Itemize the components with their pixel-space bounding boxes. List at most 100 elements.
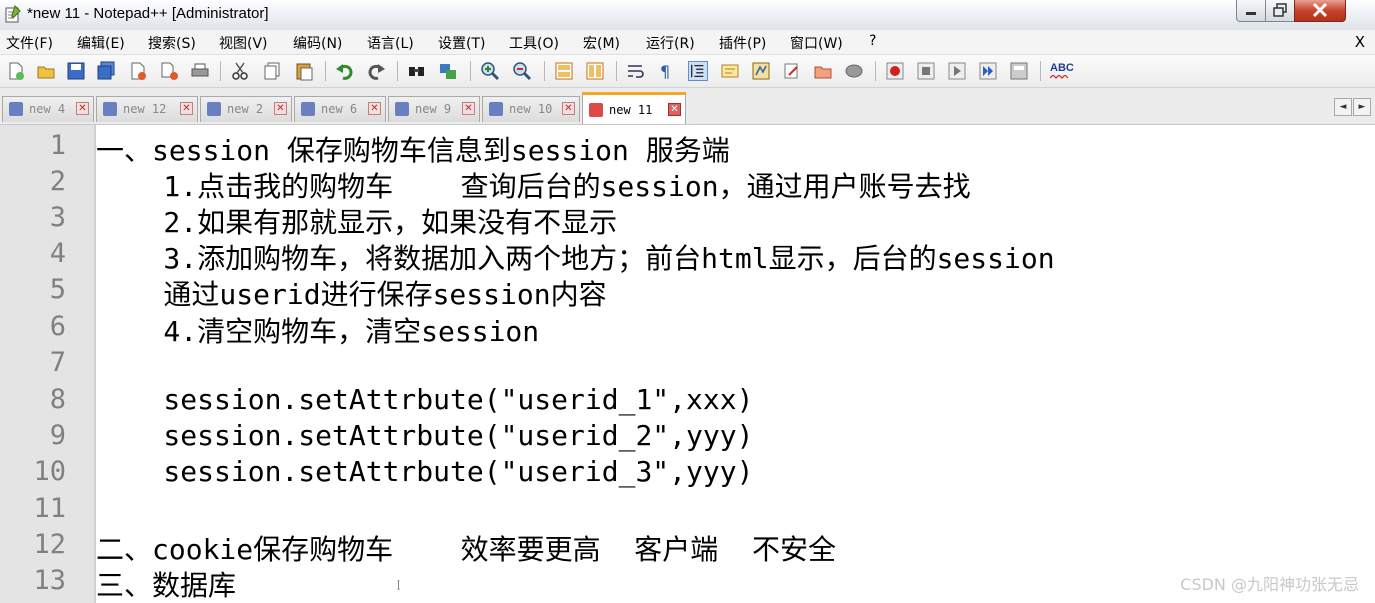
editor-line[interactable]: 2 1.点击我的购物车 查询后台的session，通过用户账号去找 xyxy=(0,163,1375,203)
editor-line[interactable]: 13 三、数据库 xyxy=(0,562,1375,602)
open-file-icon[interactable] xyxy=(36,61,56,81)
line-text[interactable]: 通过userid进行保存session内容 xyxy=(96,273,606,313)
editor-line[interactable]: 11 xyxy=(0,490,1375,526)
editor-line[interactable]: 1 一、session 保存购物车信息到session 服务端 xyxy=(0,127,1375,167)
line-text[interactable]: 三、数据库 xyxy=(96,564,236,603)
tab-close-icon[interactable]: ✕ xyxy=(76,102,89,115)
spell-check-label: ABC xyxy=(1050,62,1074,74)
tab-scroll-left-icon[interactable]: ◄ xyxy=(1334,98,1352,116)
editor-line[interactable]: 7 xyxy=(0,344,1375,380)
tab-label: new 6 xyxy=(321,102,358,116)
tab-close-icon[interactable]: ✕ xyxy=(274,102,287,115)
menu-help[interactable]: ? xyxy=(869,33,876,49)
folder-workspace-icon[interactable] xyxy=(782,61,802,81)
menu-plugins[interactable]: 插件(P) xyxy=(719,33,766,53)
new-file-icon[interactable] xyxy=(6,61,26,81)
text-editor[interactable]: 1 一、session 保存购物车信息到session 服务端 2 1.点击我的… xyxy=(0,125,1375,603)
tab-new-10[interactable]: new 10 ✕ xyxy=(482,96,580,122)
menu-macro[interactable]: 宏(M) xyxy=(583,33,620,53)
editor-line[interactable]: 9 session.setAttrbute("userid_2",yyy) xyxy=(0,417,1375,453)
tab-label: new 10 xyxy=(509,102,553,116)
sync-horizontal-icon[interactable] xyxy=(585,61,605,81)
tab-new-9[interactable]: new 9 ✕ xyxy=(388,96,480,122)
restore-button[interactable] xyxy=(1265,0,1295,22)
menu-window[interactable]: 窗口(W) xyxy=(790,33,843,53)
replace-icon[interactable] xyxy=(438,61,458,81)
doc-map-icon[interactable] xyxy=(720,61,740,81)
menu-edit[interactable]: 编辑(E) xyxy=(77,33,125,53)
tab-close-icon[interactable]: ✕ xyxy=(668,103,681,116)
zoom-in-icon[interactable] xyxy=(480,61,500,81)
stop-macro-icon[interactable] xyxy=(916,61,936,81)
close-file-icon[interactable] xyxy=(128,61,148,81)
editor-line[interactable]: 4 3.添加购物车，将数据加入两个地方；前台html显示，后台的session xyxy=(0,235,1375,275)
paste-icon[interactable] xyxy=(294,61,314,81)
menu-tools[interactable]: 工具(O) xyxy=(509,33,559,53)
monitoring-icon[interactable] xyxy=(844,61,864,81)
editor-line[interactable]: 10 session.setAttrbute("userid_3",yyy) xyxy=(0,453,1375,489)
tab-close-icon[interactable]: ✕ xyxy=(462,102,475,115)
close-window-button[interactable] xyxy=(1294,0,1346,22)
print-icon[interactable] xyxy=(190,61,210,81)
editor-line[interactable]: 3 2.如果有那就显示，如果没有不显示 xyxy=(0,199,1375,239)
play-macro-icon[interactable] xyxy=(947,61,967,81)
save-all-icon[interactable] xyxy=(96,61,116,81)
saved-document-icon xyxy=(9,102,23,116)
find-icon[interactable] xyxy=(407,61,427,81)
tab-new-6[interactable]: new 6 ✕ xyxy=(294,96,386,122)
menu-file[interactable]: 文件(F) xyxy=(6,33,53,53)
editor-line[interactable]: 12 二、cookie保存购物车 效率要更高 客户端 不安全 xyxy=(0,526,1375,566)
run-macro-multiple-icon[interactable] xyxy=(978,61,998,81)
cut-icon[interactable] xyxy=(230,61,250,81)
close-all-icon[interactable] xyxy=(160,61,180,81)
line-number: 11 xyxy=(33,493,66,524)
tab-close-icon[interactable]: ✕ xyxy=(180,102,193,115)
tab-new-2[interactable]: new 2 ✕ xyxy=(200,96,292,122)
word-wrap-icon[interactable] xyxy=(626,61,646,81)
line-text[interactable]: session.setAttrbute("userid_3",yyy) xyxy=(96,455,753,488)
open-folder-icon[interactable] xyxy=(813,61,833,81)
close-window-icon xyxy=(1312,2,1328,18)
record-macro-icon[interactable] xyxy=(885,61,905,81)
line-text[interactable]: session.setAttrbute("userid_2",yyy) xyxy=(96,419,753,452)
menu-language[interactable]: 语言(L) xyxy=(367,33,414,53)
function-list-icon[interactable] xyxy=(751,61,771,81)
line-text[interactable]: session.setAttrbute("userid_1",xxx) xyxy=(96,383,753,416)
copy-icon[interactable] xyxy=(262,61,282,81)
editor-line[interactable]: 8 session.setAttrbute("userid_1",xxx) xyxy=(0,381,1375,417)
zoom-out-icon[interactable] xyxy=(512,61,532,81)
toolbar-separator xyxy=(616,61,617,81)
notepad-app-icon[interactable] xyxy=(4,5,22,23)
editor-line[interactable]: 6 4.清空购物车，清空session xyxy=(0,308,1375,348)
tab-close-icon[interactable]: ✕ xyxy=(562,102,575,115)
undo-icon[interactable] xyxy=(335,61,355,81)
save-icon[interactable] xyxy=(66,61,86,81)
line-number: 1 xyxy=(49,130,66,161)
tab-bar: new 4 ✕ new 12 ✕ new 2 ✕ new 6 ✕ new 9 ✕… xyxy=(0,88,1375,125)
spell-check-icon[interactable]: ABC xyxy=(1050,61,1074,81)
indent-guide-icon[interactable] xyxy=(688,61,708,81)
line-number: 5 xyxy=(49,274,66,305)
toolbar-separator xyxy=(325,61,326,81)
show-all-chars-icon[interactable]: ¶ xyxy=(656,61,676,81)
line-number: 4 xyxy=(49,238,66,269)
menu-settings[interactable]: 设置(T) xyxy=(438,33,485,53)
editor-line[interactable]: 5 通过userid进行保存session内容 xyxy=(0,271,1375,311)
save-macro-icon[interactable] xyxy=(1009,61,1029,81)
menu-search[interactable]: 搜索(S) xyxy=(148,33,196,53)
minimize-button[interactable] xyxy=(1236,0,1266,22)
tab-close-icon[interactable]: ✕ xyxy=(368,102,381,115)
tab-new-12[interactable]: new 12 ✕ xyxy=(96,96,198,122)
toolbar-separator xyxy=(544,61,545,81)
tab-new-4[interactable]: new 4 ✕ xyxy=(2,96,94,122)
menu-encoding[interactable]: 编码(N) xyxy=(293,33,342,53)
redo-icon[interactable] xyxy=(366,61,386,81)
menu-run[interactable]: 运行(R) xyxy=(646,33,695,53)
menu-bar: 文件(F) 编辑(E) 搜索(S) 视图(V) 编码(N) 语言(L) 设置(T… xyxy=(0,30,1375,55)
close-document-button[interactable]: X xyxy=(1355,33,1365,51)
tab-scroll-right-icon[interactable]: ► xyxy=(1353,98,1371,116)
line-number: 13 xyxy=(33,565,66,596)
tab-new-11[interactable]: new 11 ✕ xyxy=(582,92,686,124)
menu-view[interactable]: 视图(V) xyxy=(219,33,268,53)
sync-vertical-icon[interactable] xyxy=(554,61,574,81)
